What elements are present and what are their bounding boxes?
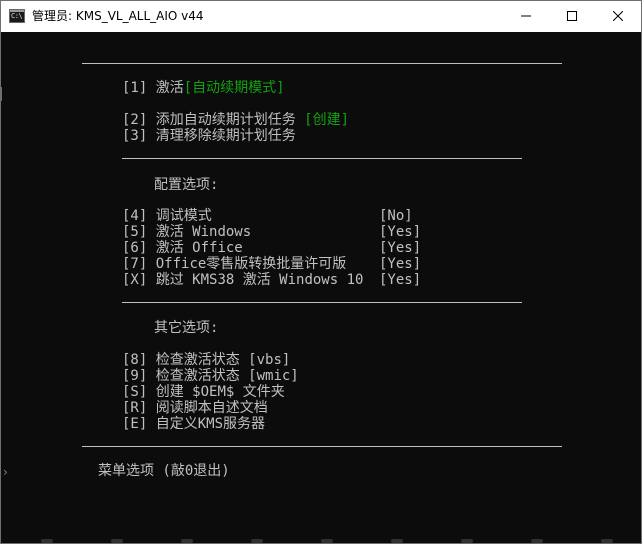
config-value-debug: [No]	[379, 208, 413, 224]
separator-other	[122, 302, 522, 303]
minimize-button[interactable]	[503, 1, 549, 32]
scrollback-edge	[1, 535, 641, 543]
edge-marker	[1, 87, 2, 101]
menu-key: [1]	[122, 80, 148, 96]
config-item-convert: [7] Office零售版转换批量许可版	[122, 256, 346, 273]
menu-key: [5]	[122, 224, 148, 240]
menu-key: [X]	[122, 272, 148, 288]
menu-label: Office零售版转换批量许可版	[155, 256, 347, 272]
menu-key: [7]	[122, 256, 148, 272]
config-value-skip-kms38: [Yes]	[379, 272, 422, 288]
maximize-button[interactable]	[549, 1, 595, 32]
config-item-skip-kms38: [X] 跳过 KMS38 激活 Windows 10	[122, 272, 363, 289]
menu-prompt[interactable]: 菜单选项 (敲0退出)	[98, 463, 230, 480]
other-item-check-wmic: [9] 检查激活状态 [wmic]	[122, 368, 299, 385]
menu-label: 激活 Office	[155, 240, 243, 256]
console-window: C:\ 管理员: KMS_VL_ALL_AIO v44 [1] 激活[自动续期模	[0, 0, 642, 544]
other-item-readme: [R] 阅读脚本自述文档	[122, 400, 268, 417]
menu-key: [4]	[122, 208, 148, 224]
menu-item-add-task: [2] 添加自动续期计划任务 [创建]	[122, 112, 349, 129]
window-title: 管理员: KMS_VL_ALL_AIO v44	[32, 9, 204, 23]
menu-label: 激活 Windows	[155, 224, 252, 240]
title-bar[interactable]: C:\ 管理员: KMS_VL_ALL_AIO v44	[1, 1, 641, 32]
menu-label: 跳过 KMS38 激活 Windows 10	[155, 272, 364, 288]
menu-key: [2]	[122, 112, 148, 128]
console-output[interactable]: [1] 激活[自动续期模式] [2] 添加自动续期计划任务 [创建] [3] 清…	[1, 32, 641, 543]
menu-key: [R]	[122, 400, 148, 416]
other-item-create-oem: [S] 创建 $OEM$ 文件夹	[122, 384, 285, 401]
menu-key: [9]	[122, 368, 148, 384]
config-value-office: [Yes]	[379, 240, 422, 256]
config-item-windows: [5] 激活 Windows	[122, 224, 251, 241]
menu-key: [3]	[122, 128, 148, 144]
close-button[interactable]	[595, 1, 641, 32]
create-tag: [创建]	[304, 112, 350, 128]
menu-key: [E]	[122, 416, 148, 432]
menu-label: 检查激活状态 [vbs]	[155, 352, 291, 368]
menu-label: 自定义KMS服务器	[155, 416, 266, 432]
other-item-custom-kms: [E] 自定义KMS服务器	[122, 416, 265, 433]
config-value-windows: [Yes]	[379, 224, 422, 240]
maximize-icon	[567, 11, 577, 21]
auto-renew-mode-tag: [自动续期模式]	[183, 80, 285, 96]
separator-bottom	[82, 446, 562, 447]
config-value-convert: [Yes]	[379, 256, 422, 272]
menu-label: 阅读脚本自述文档	[155, 400, 268, 416]
config-item-debug: [4] 调试模式	[122, 208, 212, 225]
menu-label: 调试模式	[155, 208, 212, 224]
console-app-icon: C:\	[9, 9, 25, 23]
menu-label: 创建 $OEM$ 文件夹	[155, 384, 285, 400]
close-icon	[613, 11, 623, 21]
other-heading: 其它选项:	[154, 320, 219, 336]
config-heading: 配置选项:	[154, 177, 219, 193]
menu-label: 清理移除续期计划任务	[155, 128, 296, 144]
separator-top	[82, 63, 562, 64]
minimize-icon	[521, 15, 531, 17]
config-item-office: [6] 激活 Office	[122, 240, 243, 257]
other-item-check-vbs: [8] 检查激活状态 [vbs]	[122, 352, 290, 369]
menu-label: 激活	[155, 80, 184, 96]
menu-label: 检查激活状态 [wmic]	[155, 368, 299, 384]
menu-item-remove-task: [3] 清理移除续期计划任务	[122, 128, 296, 145]
menu-key: [S]	[122, 384, 148, 400]
separator-config	[122, 158, 522, 159]
menu-key: [8]	[122, 352, 148, 368]
menu-item-activate: [1] 激活[自动续期模式]	[122, 80, 285, 97]
chevron-right-icon: ›	[3, 465, 8, 479]
menu-label: 添加自动续期计划任务	[155, 112, 296, 128]
menu-key: [6]	[122, 240, 148, 256]
